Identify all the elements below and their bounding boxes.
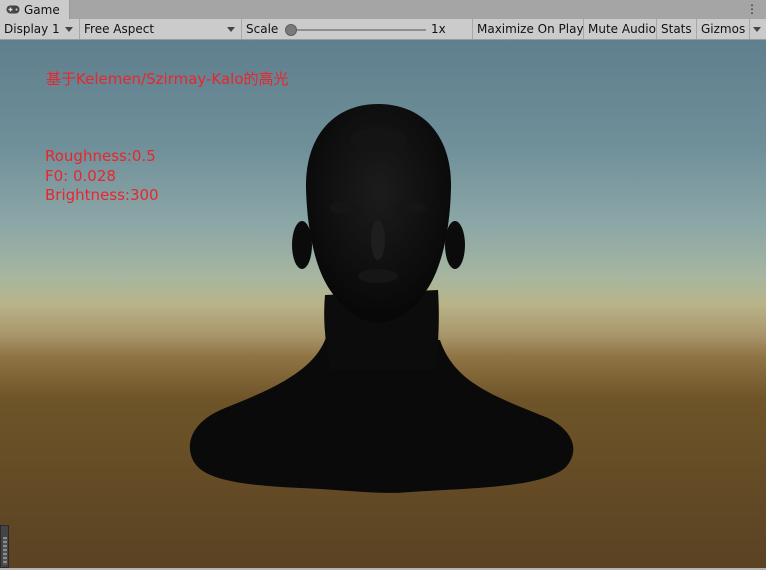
aspect-label: Free Aspect <box>84 22 155 36</box>
scale-slider-handle[interactable] <box>285 24 297 36</box>
aspect-dropdown[interactable]: Free Aspect <box>80 19 242 39</box>
tab-label: Game <box>24 2 60 17</box>
shader-params: Roughness:0.5 F0: 0.028 Brightness:300 <box>45 147 159 206</box>
game-viewport[interactable]: 基于Kelemen/Szirmay-Kalo的高光 Roughness:0.5 … <box>0 40 766 568</box>
chevron-down-icon <box>65 27 73 32</box>
display-label: Display 1 <box>4 22 60 36</box>
tab-game[interactable]: Game <box>0 0 70 19</box>
stats-label: Stats <box>661 22 692 36</box>
audio-level-fill <box>3 537 7 565</box>
gamepad-icon <box>6 5 20 14</box>
chevron-down-icon <box>753 27 761 32</box>
scale-label: Scale <box>246 22 279 36</box>
gizmos-toggle[interactable]: Gizmos <box>697 19 749 39</box>
head-bust-model <box>189 104 574 493</box>
f0-label: F0: 0.028 <box>45 166 116 185</box>
mute-label: Mute Audio <box>588 22 656 36</box>
scale-slider-track[interactable] <box>292 29 426 31</box>
gizmos-label: Gizmos <box>701 22 746 36</box>
brightness-label: Brightness:300 <box>45 186 159 204</box>
tab-bar: Game ⋮ <box>0 0 766 20</box>
kebab-menu-icon[interactable]: ⋮ <box>746 2 758 16</box>
gizmos-dropdown[interactable] <box>749 19 766 39</box>
audio-level-meter <box>0 525 9 568</box>
shader-title-label: 基于Kelemen/Szirmay-Kalo的高光 <box>46 70 289 88</box>
maximize-label: Maximize On Play <box>477 22 584 36</box>
maximize-on-play-toggle[interactable]: Maximize On Play <box>473 19 584 39</box>
stats-toggle[interactable]: Stats <box>657 19 697 39</box>
scale-value: 1x <box>431 22 446 36</box>
roughness-label: Roughness:0.5 <box>45 147 156 165</box>
chevron-down-icon <box>227 27 235 32</box>
display-dropdown[interactable]: Display 1 <box>0 19 80 39</box>
mute-audio-toggle[interactable]: Mute Audio <box>584 19 657 39</box>
